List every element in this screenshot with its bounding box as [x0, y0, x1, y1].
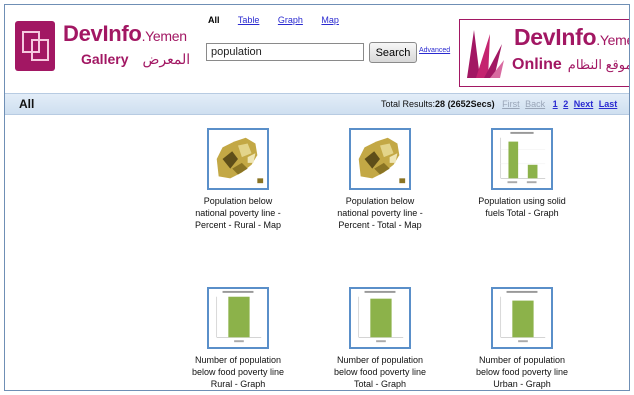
tab-table[interactable]: Table	[238, 15, 260, 25]
graph-thumbnail[interactable]	[491, 128, 553, 190]
search-type-tabs: All Table Graph Map	[208, 15, 355, 25]
pager-page-2[interactable]: 2	[563, 99, 568, 109]
map-thumbnail-image	[358, 137, 406, 184]
result-item[interactable]: Population below national poverty line -P…	[310, 128, 450, 231]
total-results-count: 28	[435, 99, 446, 109]
results-summary: Total Results:28 (2652Secs) First Back 1…	[381, 99, 617, 109]
graph-thumbnail[interactable]	[491, 287, 553, 349]
result-caption[interactable]: Number of population below food poverty l…	[452, 354, 592, 390]
pager-first: First	[502, 99, 520, 109]
result-caption[interactable]: Population using solid fuels Total - Grap…	[452, 195, 592, 219]
pager-last[interactable]: Last	[599, 99, 618, 109]
result-item[interactable]: Number of population below food poverty l…	[168, 287, 308, 390]
logo-subtitle: Gallery المعرض	[81, 51, 191, 67]
results-bar: All Total Results:28 (2652Secs) First Ba…	[5, 93, 629, 115]
devinfo-fan-icon	[467, 30, 504, 78]
graph-thumbnail[interactable]	[207, 287, 269, 349]
tab-graph[interactable]: Graph	[278, 15, 303, 25]
search-input[interactable]	[206, 43, 364, 61]
result-item[interactable]: Population using solid fuels Total - Grap…	[452, 128, 592, 219]
gallery-page: DevInfo.Yemen Gallery المعرض All Table Gr…	[4, 4, 630, 391]
online-logo-subtitle: Online موقع النظام	[512, 56, 630, 73]
graph-thumbnail-image	[216, 290, 262, 343]
result-item[interactable]: Population below national poverty line -P…	[168, 128, 308, 231]
total-results-label: Total Results:	[381, 99, 436, 109]
result-caption[interactable]: Number of population below food poverty l…	[168, 354, 308, 390]
advanced-search-link[interactable]: Advanced	[419, 47, 450, 54]
result-caption[interactable]: Population below national poverty line -P…	[310, 195, 450, 231]
logo-title: DevInfo.Yemen	[63, 21, 187, 46]
gallery-logo-icon	[15, 21, 55, 71]
result-item[interactable]: Number of population below food poverty l…	[310, 287, 450, 390]
result-caption[interactable]: Population below national poverty line -P…	[168, 195, 308, 231]
online-logo-title: DevInfo.Yemen	[514, 24, 629, 50]
pager-next[interactable]: Next	[574, 99, 594, 109]
results-category-title: All	[19, 97, 35, 111]
devinfo-gallery-logo[interactable]: DevInfo.Yemen Gallery المعرض	[13, 17, 199, 79]
tab-map[interactable]: Map	[321, 15, 339, 25]
map-thumbnail[interactable]	[207, 128, 269, 190]
graph-thumbnail-image	[500, 131, 546, 184]
result-item[interactable]: Number of population below food poverty l…	[452, 287, 592, 390]
map-thumbnail[interactable]	[349, 128, 411, 190]
search-time: (2652Secs)	[447, 99, 495, 109]
graph-thumbnail[interactable]	[349, 287, 411, 349]
pager-back: Back	[525, 99, 546, 109]
search-button[interactable]: Search	[369, 42, 417, 63]
tab-all[interactable]: All	[208, 15, 220, 25]
pager-page-1[interactable]: 1	[553, 99, 558, 109]
graph-thumbnail-image	[358, 290, 404, 343]
devinfo-online-logo[interactable]: DevInfo.Yemen Onlineموقع النظام	[459, 19, 630, 87]
result-caption[interactable]: Number of population below food poverty l…	[310, 354, 450, 390]
graph-thumbnail-image	[500, 290, 546, 343]
map-thumbnail-image	[216, 137, 264, 184]
